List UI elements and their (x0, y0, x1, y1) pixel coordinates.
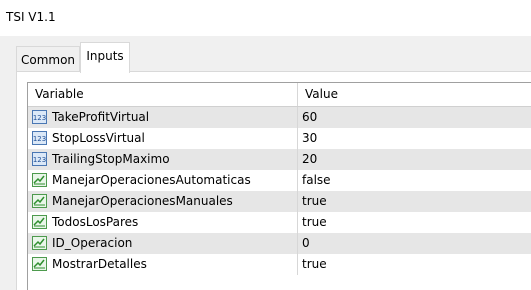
table-row[interactable]: ManejarOperacionesManuales true (28, 191, 531, 212)
numeric-123-icon: 123 (32, 131, 47, 145)
tab-strip: Common Inputs (0, 36, 531, 73)
boolean-chart-icon (32, 215, 47, 229)
variable-name: TodosLosPares (52, 215, 139, 229)
boolean-chart-icon (32, 236, 47, 250)
cell-divider (297, 128, 298, 149)
boolean-chart-icon (32, 257, 47, 271)
window-title: TSI V1.1 (6, 10, 56, 24)
variable-value[interactable]: true (302, 191, 327, 212)
boolean-chart-icon (32, 173, 47, 187)
table-row[interactable]: ID_Operacion 0 (28, 233, 531, 254)
numeric-123-icon: 123 (32, 110, 47, 124)
column-divider[interactable] (297, 83, 298, 106)
boolean-chart-icon (32, 194, 47, 208)
variable-value[interactable]: 60 (302, 107, 317, 128)
variable-value[interactable]: 30 (302, 128, 317, 149)
cell-divider (297, 170, 298, 191)
variable-name: MostrarDetalles (52, 257, 147, 271)
table-row[interactable]: TodosLosPares true (28, 212, 531, 233)
variable-name: TakeProfitVirtual (52, 110, 150, 124)
variable-value[interactable]: true (302, 254, 327, 275)
svg-text:123: 123 (33, 156, 46, 164)
cell-divider (297, 149, 298, 170)
cell-divider (297, 212, 298, 233)
table-row[interactable]: ManejarOperacionesAutomaticas false (28, 170, 531, 191)
svg-text:123: 123 (33, 135, 46, 143)
cell-divider (297, 107, 298, 128)
title-bar: TSI V1.1 (0, 0, 531, 36)
variable-name: ManejarOperacionesManuales (52, 194, 233, 208)
tab-inputs[interactable]: Inputs (80, 42, 130, 73)
column-header-variable[interactable]: Variable (35, 83, 84, 106)
table-row[interactable]: 123 TrailingStopMaximo 20 (28, 149, 531, 170)
table-row[interactable]: 123 StopLossVirtual 30 (28, 128, 531, 149)
table-row[interactable]: MostrarDetalles true (28, 254, 531, 275)
cell-divider (297, 191, 298, 212)
variable-value[interactable]: 20 (302, 149, 317, 170)
inputs-grid: Variable Value 123 TakeProfitVirtual 60 123… (27, 82, 531, 290)
tab-common[interactable]: Common (16, 46, 80, 72)
variable-name: TrailingStopMaximo (52, 152, 170, 166)
table-row[interactable]: 123 TakeProfitVirtual 60 (28, 107, 531, 128)
grid-header: Variable Value (28, 83, 531, 107)
variable-value[interactable]: 0 (302, 233, 310, 254)
cell-divider (297, 233, 298, 254)
variable-name: ManejarOperacionesAutomaticas (52, 173, 251, 187)
variable-name: ID_Operacion (52, 236, 133, 250)
column-header-value[interactable]: Value (305, 83, 338, 106)
cell-divider (297, 254, 298, 275)
numeric-123-icon: 123 (32, 152, 47, 166)
svg-text:123: 123 (33, 114, 46, 122)
variable-name: StopLossVirtual (52, 131, 145, 145)
variable-value[interactable]: false (302, 170, 331, 191)
variable-value[interactable]: true (302, 212, 327, 233)
